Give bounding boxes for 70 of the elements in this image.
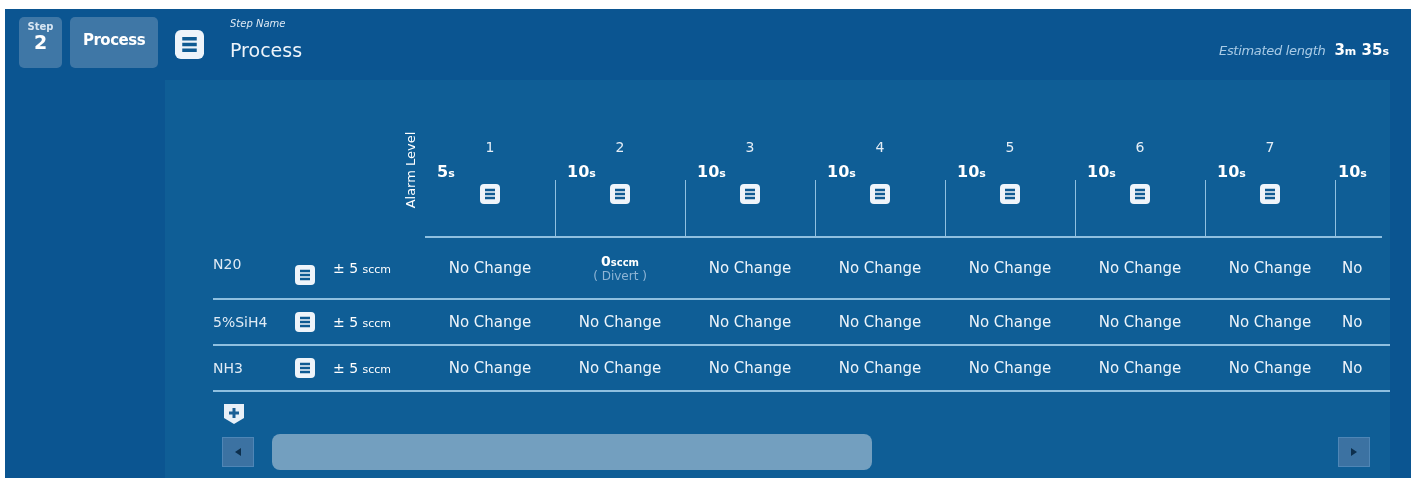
estimated-length: 3m 35s [1334,41,1389,59]
step-duration: 10s [1338,162,1367,183]
notes-icon[interactable] [610,184,630,204]
gas-name: N20 [213,256,243,272]
table-cell[interactable]: No [1342,259,1363,277]
table-cell[interactable]: No Change [1098,359,1182,377]
table-cell[interactable]: No [1342,313,1363,331]
step-number: 2 [615,138,625,157]
step-duration: 10s [957,162,986,183]
notes-icon[interactable] [1130,184,1150,204]
step-duration: 10s [827,162,856,183]
scrollbar-thumb[interactable] [272,434,872,470]
table-cell[interactable]: No Change [838,313,922,331]
table-cell[interactable]: No Change [448,313,532,331]
step-number: 4 [875,138,885,157]
caret-left-icon [233,447,243,457]
table-cell[interactable]: No Change [968,359,1052,377]
table-cell[interactable]: No Change [578,359,662,377]
table-cell[interactable]: No Change [448,259,532,277]
table-cell[interactable]: No Change [838,359,922,377]
table-cell[interactable]: No Change [838,259,922,277]
table-cell[interactable]: No Change [968,259,1052,277]
setpoint-value[interactable]: 0sccm [601,253,639,269]
add-row-icon[interactable] [222,402,246,426]
gas-name: 5%SiH4 [213,314,269,330]
table-cell[interactable]: No Change [448,359,532,377]
step-badge: Step 2 [19,17,62,68]
notes-icon[interactable] [175,29,204,60]
notes-icon[interactable] [295,312,315,332]
step-number: 7 [1265,138,1275,157]
alarm-level: ± 5 sccm [332,314,393,330]
step-duration: 10s [1217,162,1246,183]
step-name-label: Step Name [230,17,287,31]
table-cell[interactable]: No Change [1098,313,1182,331]
alarm-level: ± 5 sccm [332,360,393,376]
notes-icon[interactable] [295,358,315,378]
notes-icon[interactable] [295,265,315,285]
table-cell[interactable]: No Change [708,313,792,331]
step-name: Process [230,39,303,61]
table-cell[interactable]: No Change [1228,313,1312,331]
scroll-left-button[interactable] [222,437,254,467]
notes-icon[interactable] [740,184,760,204]
step-duration: 5s [437,162,455,183]
caret-right-icon [1349,447,1359,457]
estimated-length-label: Estimated length [1218,43,1326,58]
table-cell[interactable]: No Change [708,359,792,377]
step-duration: 10s [697,162,726,183]
table-cell[interactable]: No Change [1098,259,1182,277]
step-number: 1 [485,138,495,157]
table-cell[interactable]: No Change [1228,359,1312,377]
table-cell[interactable]: No Change [708,259,792,277]
table-cell[interactable]: No Change [968,313,1052,331]
notes-icon[interactable] [1260,184,1280,204]
column-header: Alarm Level [403,131,420,209]
setpoint-note: ( Divert ) [593,269,647,283]
step-number: 3 [745,138,755,157]
step-duration: 10s [1087,162,1116,183]
table-cell[interactable]: No [1342,359,1363,377]
gas-name: NH3 [213,360,244,376]
alarm-level: ± 5 sccm [332,260,393,276]
step-duration: 10s [567,162,596,183]
table-cell[interactable]: No Change [1228,259,1312,277]
step-number: 5 [1005,138,1015,157]
scroll-right-button[interactable] [1338,437,1370,467]
notes-icon[interactable] [870,184,890,204]
step-number: 6 [1135,138,1145,157]
step-type-button[interactable]: Process [70,17,158,68]
notes-icon[interactable] [1000,184,1020,204]
table-cell[interactable]: No Change [578,313,662,331]
notes-icon[interactable] [480,184,500,204]
